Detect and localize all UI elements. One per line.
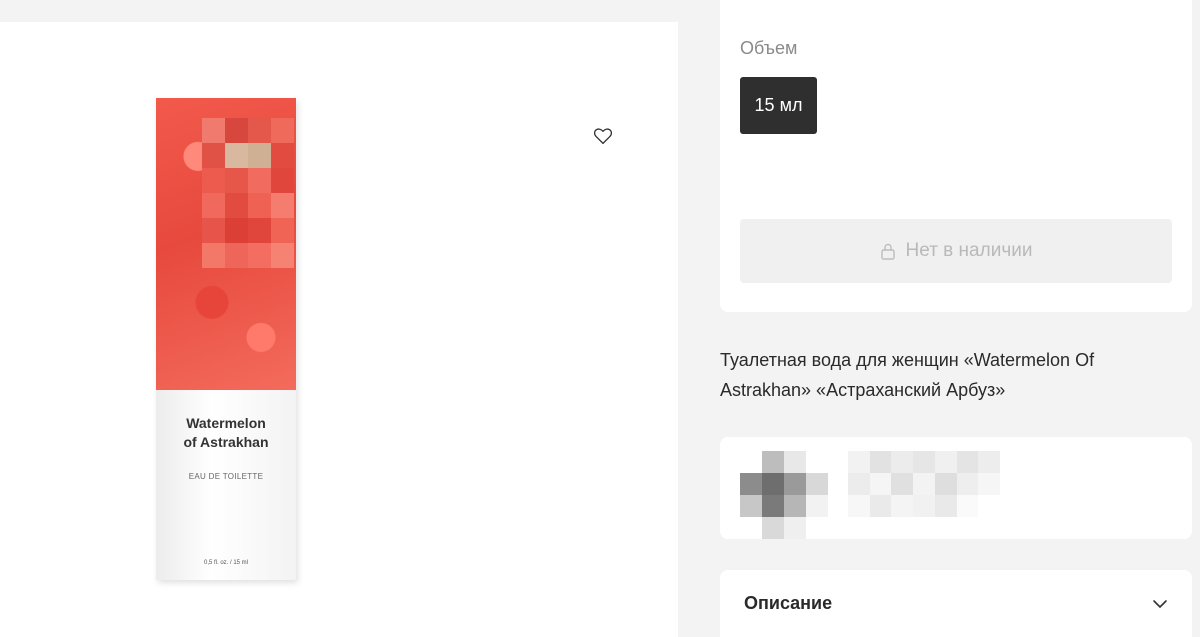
volume-option-15ml[interactable]: 15 мл bbox=[740, 77, 817, 134]
volume-label: Объем bbox=[740, 38, 798, 58]
heart-outline-icon bbox=[593, 128, 613, 145]
promo-block bbox=[720, 437, 1192, 539]
censored-image bbox=[740, 451, 828, 539]
box-product-name: Watermelon of Astrakhan bbox=[183, 415, 269, 450]
product-gallery: Watermelon of Astrakhan EAU DE TOILETTE … bbox=[0, 22, 678, 637]
box-product-type: EAU DE TOILETTE bbox=[188, 472, 264, 481]
out-of-stock-label: Нет в наличии bbox=[905, 240, 1033, 261]
out-of-stock-button[interactable]: Нет в наличии bbox=[740, 219, 1172, 283]
lock-icon bbox=[880, 243, 895, 260]
product-image[interactable]: Watermelon of Astrakhan EAU DE TOILETTE … bbox=[156, 98, 296, 580]
product-box-pattern bbox=[156, 98, 296, 390]
chevron-down-icon bbox=[1153, 599, 1167, 608]
product-box-label: Watermelon of Astrakhan EAU DE TOILETTE … bbox=[156, 390, 296, 580]
favorite-button[interactable] bbox=[591, 125, 615, 147]
product-page: Watermelon of Astrakhan EAU DE TOILETTE … bbox=[0, 0, 1200, 637]
censored-text bbox=[848, 451, 1000, 517]
description-label: Описание bbox=[744, 593, 833, 613]
censored-area bbox=[202, 118, 294, 268]
description-accordion[interactable]: Описание bbox=[720, 570, 1192, 637]
purchase-card: Объем 15 мл Нет в наличии bbox=[720, 0, 1192, 312]
box-product-volume: 0,5 fl. oz. / 15 ml bbox=[203, 560, 249, 566]
product-title: Туалетная вода для женщин «Watermelon Of… bbox=[720, 350, 1095, 400]
